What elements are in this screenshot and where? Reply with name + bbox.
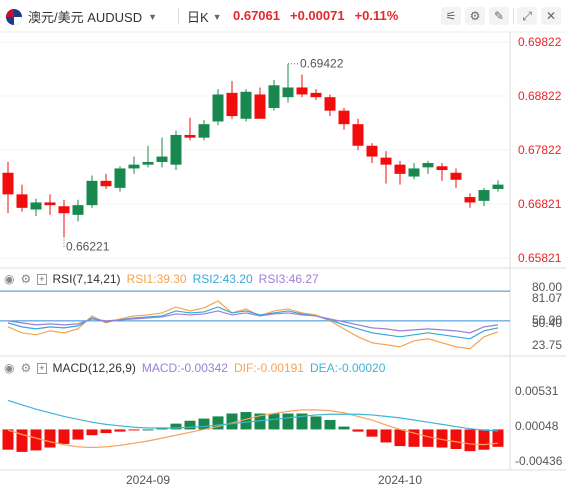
rsi-tick-label: 81.07 bbox=[532, 291, 562, 305]
macd-bar bbox=[394, 429, 406, 447]
candle-body bbox=[128, 164, 140, 169]
candle-body bbox=[268, 85, 280, 108]
macd-bar bbox=[128, 429, 140, 431]
candle-body bbox=[30, 202, 42, 210]
eye-icon[interactable]: ◉ bbox=[4, 361, 14, 375]
candle-body bbox=[44, 202, 56, 206]
candle-body bbox=[436, 166, 448, 171]
rsi-title: RSI(7,14,21) bbox=[52, 272, 121, 286]
macd-bar bbox=[198, 418, 210, 430]
macd-bar bbox=[492, 429, 504, 447]
macd-value: MACD:-0.00342 bbox=[141, 361, 228, 375]
candle-body bbox=[366, 145, 378, 157]
macd-bar bbox=[184, 420, 196, 430]
rsi-legend: ◉ ⚙ + RSI(7,14,21) RSI1:39.30 RSI2:43.20… bbox=[4, 272, 319, 286]
candle-body bbox=[394, 164, 406, 174]
candle-body bbox=[170, 134, 182, 165]
candle-body bbox=[114, 168, 126, 188]
macd-bar bbox=[310, 416, 322, 430]
candle-body bbox=[72, 205, 84, 215]
price-tick-label: 0.69822 bbox=[518, 35, 562, 49]
macd-bar bbox=[44, 429, 56, 448]
macd-bar bbox=[478, 429, 490, 450]
candle-body bbox=[478, 190, 490, 201]
dif-value: DIF:-0.00191 bbox=[233, 361, 304, 375]
candle-body bbox=[492, 184, 504, 189]
candle-body bbox=[2, 172, 14, 195]
candle-body bbox=[324, 97, 336, 111]
rsi3-value: RSI3:46.27 bbox=[258, 272, 319, 286]
rsi-tick-label: 23.75 bbox=[532, 338, 562, 352]
candle-body bbox=[296, 87, 308, 95]
candle-body bbox=[310, 92, 322, 98]
settings-icon[interactable]: ⚙ bbox=[20, 272, 31, 286]
macd-bar bbox=[422, 429, 434, 447]
candle-body bbox=[352, 124, 364, 146]
candle-body bbox=[408, 168, 420, 177]
plus-icon[interactable]: + bbox=[37, 362, 47, 374]
macd-bar bbox=[2, 429, 14, 450]
x-axis-label: 2024-09 bbox=[126, 473, 170, 487]
candle-body bbox=[86, 180, 98, 206]
candle-body bbox=[282, 87, 294, 98]
macd-bar bbox=[100, 429, 112, 434]
macd-bar bbox=[142, 429, 154, 431]
macd-bar bbox=[30, 429, 42, 451]
max-price-label: 0.69422 bbox=[300, 57, 344, 71]
price-tick-label: 0.65821 bbox=[518, 251, 562, 265]
macd-tick-label: 0.00531 bbox=[515, 384, 559, 398]
candle-body bbox=[464, 197, 476, 203]
candle-body bbox=[198, 124, 210, 138]
candle-body bbox=[380, 157, 392, 165]
candle-body bbox=[58, 206, 70, 214]
rsi-tick-label: 50.40 bbox=[532, 316, 562, 330]
candle-body bbox=[100, 180, 112, 187]
rsi2-value: RSI2:43.20 bbox=[192, 272, 253, 286]
macd-bar bbox=[380, 429, 392, 443]
price-tick-label: 0.67822 bbox=[518, 143, 562, 157]
eye-icon[interactable]: ◉ bbox=[4, 272, 14, 286]
x-axis-label: 2024-10 bbox=[378, 473, 422, 487]
price-tick-label: 0.68822 bbox=[518, 89, 562, 103]
candle-body bbox=[240, 91, 252, 119]
candle-body bbox=[226, 92, 238, 117]
macd-bar bbox=[114, 429, 126, 432]
macd-title: MACD(12,26,9) bbox=[52, 361, 136, 375]
macd-tick-label: 0.00048 bbox=[515, 419, 559, 433]
candle-body bbox=[156, 156, 168, 162]
candle-body bbox=[142, 161, 154, 165]
candle-body bbox=[254, 94, 266, 119]
min-price-label: 0.66221 bbox=[66, 239, 110, 253]
macd-dea-line bbox=[7, 399, 499, 432]
macd-legend: ◉ ⚙ + MACD(12,26,9) MACD:-0.00342 DIF:-0… bbox=[4, 361, 385, 375]
macd-bar bbox=[366, 429, 378, 437]
candle-body bbox=[184, 134, 196, 138]
macd-bar bbox=[338, 426, 350, 430]
candle-body bbox=[338, 110, 350, 125]
dea-value: DEA:-0.00020 bbox=[309, 361, 386, 375]
macd-bar bbox=[352, 429, 364, 432]
rsi1-line bbox=[7, 300, 499, 350]
macd-bar bbox=[324, 420, 336, 430]
macd-bar bbox=[86, 429, 98, 436]
plus-icon[interactable]: + bbox=[37, 273, 47, 285]
macd-bar bbox=[282, 413, 294, 430]
rsi1-value: RSI1:39.30 bbox=[126, 272, 187, 286]
chart-canvas[interactable]: 0.69822 0.68822 0.67822 0.66821 0.65821 0.694… bbox=[0, 0, 566, 493]
candle-body bbox=[16, 194, 28, 208]
macd-bar bbox=[450, 429, 462, 449]
macd-tick-label: -0.00436 bbox=[515, 454, 563, 468]
macd-bar bbox=[72, 429, 84, 440]
candle-body bbox=[212, 94, 224, 122]
macd-bar bbox=[268, 413, 280, 430]
price-tick-label: 0.66821 bbox=[518, 197, 562, 211]
macd-bar bbox=[58, 429, 70, 444]
settings-icon[interactable]: ⚙ bbox=[20, 361, 31, 375]
macd-bar bbox=[464, 429, 476, 452]
rsi3-line bbox=[7, 310, 499, 334]
candle-body bbox=[422, 163, 434, 168]
candle-body bbox=[450, 172, 462, 180]
